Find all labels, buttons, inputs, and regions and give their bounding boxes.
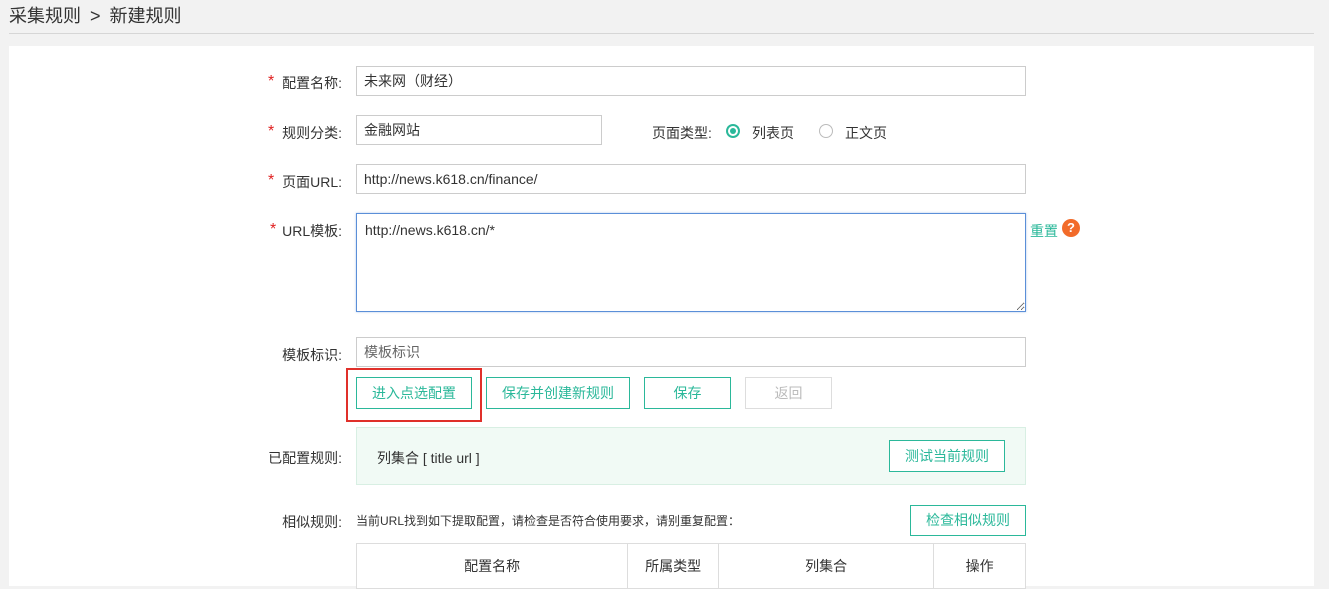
save-and-create-new-button[interactable]: 保存并创建新规则: [486, 377, 630, 409]
template-tag-input[interactable]: [356, 337, 1026, 367]
breadcrumb: 采集规则 > 新建规则: [9, 2, 182, 30]
rule-category-input[interactable]: [356, 115, 602, 145]
config-name-input[interactable]: [356, 66, 1026, 96]
radio-content-page-label[interactable]: 正文页: [845, 123, 887, 143]
column-header-actions: 操作: [933, 543, 1026, 589]
help-icon[interactable]: ?: [1062, 219, 1080, 237]
radio-list-page[interactable]: [726, 124, 740, 138]
column-header-column-set: 列集合: [717, 543, 935, 589]
reset-link[interactable]: 重置: [1030, 221, 1058, 241]
config-name-label: 配置名称:: [282, 75, 342, 91]
radio-list-page-label[interactable]: 列表页: [752, 123, 794, 143]
page-url-input[interactable]: [356, 164, 1026, 194]
enter-select-config-button[interactable]: 进入点选配置: [356, 377, 472, 409]
template-tag-label: 模板标识:: [282, 347, 342, 363]
column-header-type: 所属类型: [627, 543, 719, 589]
save-button[interactable]: 保存: [644, 377, 731, 409]
back-button[interactable]: 返回: [745, 377, 832, 409]
radio-content-page[interactable]: [819, 124, 833, 138]
similar-rules-notice: 当前URL找到如下提取配置，请检查是否符合使用要求，请别重复配置：: [356, 514, 741, 528]
column-header-config-name: 配置名称: [355, 543, 629, 589]
table-header-row: 配置名称 所属类型 列集合 操作: [355, 543, 1026, 589]
header-divider: [9, 33, 1314, 34]
breadcrumb-parent[interactable]: 采集规则: [9, 6, 81, 26]
page-type-label: 页面类型:: [652, 125, 712, 141]
url-template-label: URL模板:: [282, 223, 342, 239]
configured-rules-label: 已配置规则:: [268, 450, 342, 466]
url-template-textarea[interactable]: http://news.k618.cn/*: [356, 213, 1026, 312]
rule-category-label: 规则分类:: [282, 125, 342, 141]
similar-rules-label: 相似规则:: [282, 514, 342, 530]
similar-rules-table: 配置名称 所属类型 列集合 操作: [355, 543, 1026, 589]
configured-rules-summary: 列集合 [ title url ]: [377, 450, 480, 466]
check-similar-rules-button[interactable]: 检查相似规则: [910, 505, 1026, 536]
breadcrumb-separator: >: [90, 6, 101, 26]
test-current-rule-button[interactable]: 测试当前规则: [889, 440, 1005, 472]
page-url-label: 页面URL:: [282, 174, 342, 190]
breadcrumb-current: 新建规则: [109, 6, 182, 26]
